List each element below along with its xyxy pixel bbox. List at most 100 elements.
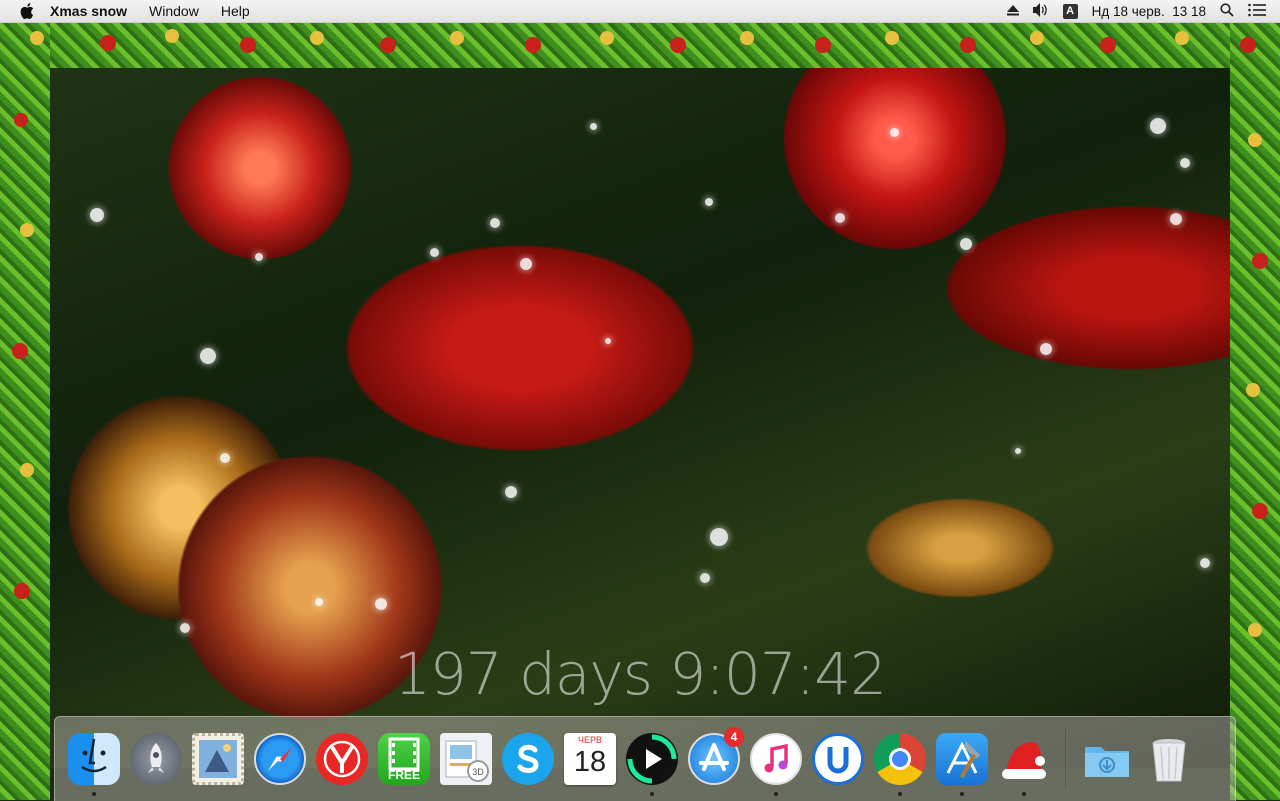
garland-ornament (100, 35, 116, 51)
menu-bar: Xmas snow Window Help A Нд 18 черв. 13 1… (0, 0, 1280, 23)
dock-xmas-snow[interactable] (996, 731, 1052, 796)
eject-icon[interactable] (1006, 4, 1019, 19)
snowflake (705, 198, 713, 206)
notification-center-icon[interactable] (1248, 3, 1266, 20)
input-source-icon[interactable]: A (1062, 3, 1078, 19)
filmage-free-label: FREE (387, 768, 420, 782)
garland-ornament (240, 37, 256, 53)
calendar-icon: ЧЕРВ 18 (564, 733, 616, 785)
snowflake (430, 248, 439, 257)
garland-ornament (310, 31, 324, 45)
snowflake (1040, 343, 1052, 355)
dock-launchpad[interactable] (128, 731, 184, 787)
launchpad-icon (130, 733, 182, 785)
dock-itunes[interactable] (748, 731, 804, 796)
dock-calendar[interactable]: ЧЕРВ 18 (562, 731, 618, 787)
snowflake (890, 128, 899, 137)
garland-ornament (885, 31, 899, 45)
dock-downloads-folder[interactable] (1079, 731, 1135, 787)
dock-chrome[interactable] (872, 731, 928, 796)
snowflake (1180, 158, 1190, 168)
garland-ornament (1252, 253, 1268, 269)
dock-filmage[interactable]: FREE (376, 731, 432, 787)
garland-ornament (1248, 623, 1262, 637)
garland-ornament (450, 31, 464, 45)
mail-stamp-icon (192, 733, 244, 785)
snowflake (605, 338, 611, 344)
garland-ornament (1246, 383, 1260, 397)
snowflake (180, 623, 190, 633)
garland-ornament (600, 31, 614, 45)
garland-ornament (960, 37, 976, 53)
snowflake (1150, 118, 1166, 134)
snowflake (960, 238, 972, 250)
safari-icon (254, 733, 306, 785)
garland-ornament (1030, 31, 1044, 45)
yandex-browser-icon (316, 733, 368, 785)
garland-ornament (20, 223, 34, 237)
app-store-badge: 4 (724, 727, 744, 747)
garland-ornament (14, 113, 28, 127)
garland-ornament (1175, 31, 1189, 45)
garland-ornament (815, 37, 831, 53)
garland-ornament (525, 37, 541, 53)
dock-xcode[interactable] (934, 731, 990, 796)
dock-separator (1065, 729, 1066, 789)
calendar-day: 18 (573, 746, 607, 778)
filmage-icon: FREE (378, 733, 430, 785)
dock-video-player[interactable] (624, 731, 680, 796)
volume-icon[interactable] (1032, 2, 1049, 20)
snowflake (1015, 448, 1021, 454)
dock-finder[interactable] (66, 731, 122, 796)
app-menu[interactable]: Xmas snow (50, 3, 127, 19)
garland-ornament (1248, 133, 1262, 147)
garland-ornament (740, 31, 754, 45)
garland-ornament (165, 29, 179, 43)
dock-app-store[interactable]: 4 (686, 727, 744, 787)
snowflake (700, 573, 710, 583)
snowflake (590, 123, 597, 130)
garland-ornament (30, 31, 44, 45)
snowflake (505, 486, 517, 498)
snowflake (220, 453, 230, 463)
svg-text:3D: 3D (472, 767, 484, 777)
garland-top (0, 23, 1280, 68)
snowflake (200, 348, 216, 364)
finder-icon (68, 733, 120, 785)
garland-ornament (1100, 37, 1116, 53)
window-menu[interactable]: Window (149, 3, 199, 19)
dock-skype[interactable] (500, 731, 556, 787)
dock: FREE 3D ЧЕРВ 18 4 (54, 716, 1236, 801)
xcode-icon (936, 733, 988, 785)
snowflake (375, 598, 387, 610)
snowflake (710, 528, 728, 546)
dock-trash[interactable] (1141, 731, 1197, 787)
calendar-month: ЧЕРВ (577, 735, 602, 745)
dock-preview[interactable]: 3D (438, 731, 494, 787)
snowflake (1170, 213, 1182, 225)
snowflake (490, 218, 500, 228)
itunes-icon (750, 733, 802, 785)
apple-icon[interactable] (18, 3, 36, 19)
garland-ornament (1240, 37, 1256, 53)
help-menu[interactable]: Help (221, 3, 250, 19)
garland-ornament (1252, 503, 1268, 519)
dock-mail-stamp[interactable] (190, 731, 246, 787)
video-player-icon (626, 733, 678, 785)
snowflake (90, 208, 104, 222)
snowflake (520, 258, 532, 270)
snowflake (835, 213, 845, 223)
garland-ornament (20, 463, 34, 477)
snowflake (255, 253, 263, 261)
skype-icon (502, 733, 554, 785)
santa-hat-icon (998, 733, 1050, 785)
spotlight-icon[interactable] (1220, 2, 1234, 20)
preview-icon: 3D (440, 733, 492, 785)
garland-ornament (12, 343, 28, 359)
dock-safari[interactable] (252, 731, 308, 787)
menubar-clock[interactable]: Нд 18 черв. 13 18 (1092, 4, 1206, 19)
dock-ulysses[interactable] (810, 731, 866, 787)
dock-yandex-browser[interactable] (314, 731, 370, 787)
trash-icon (1143, 733, 1195, 785)
downloads-folder-icon (1081, 733, 1133, 785)
